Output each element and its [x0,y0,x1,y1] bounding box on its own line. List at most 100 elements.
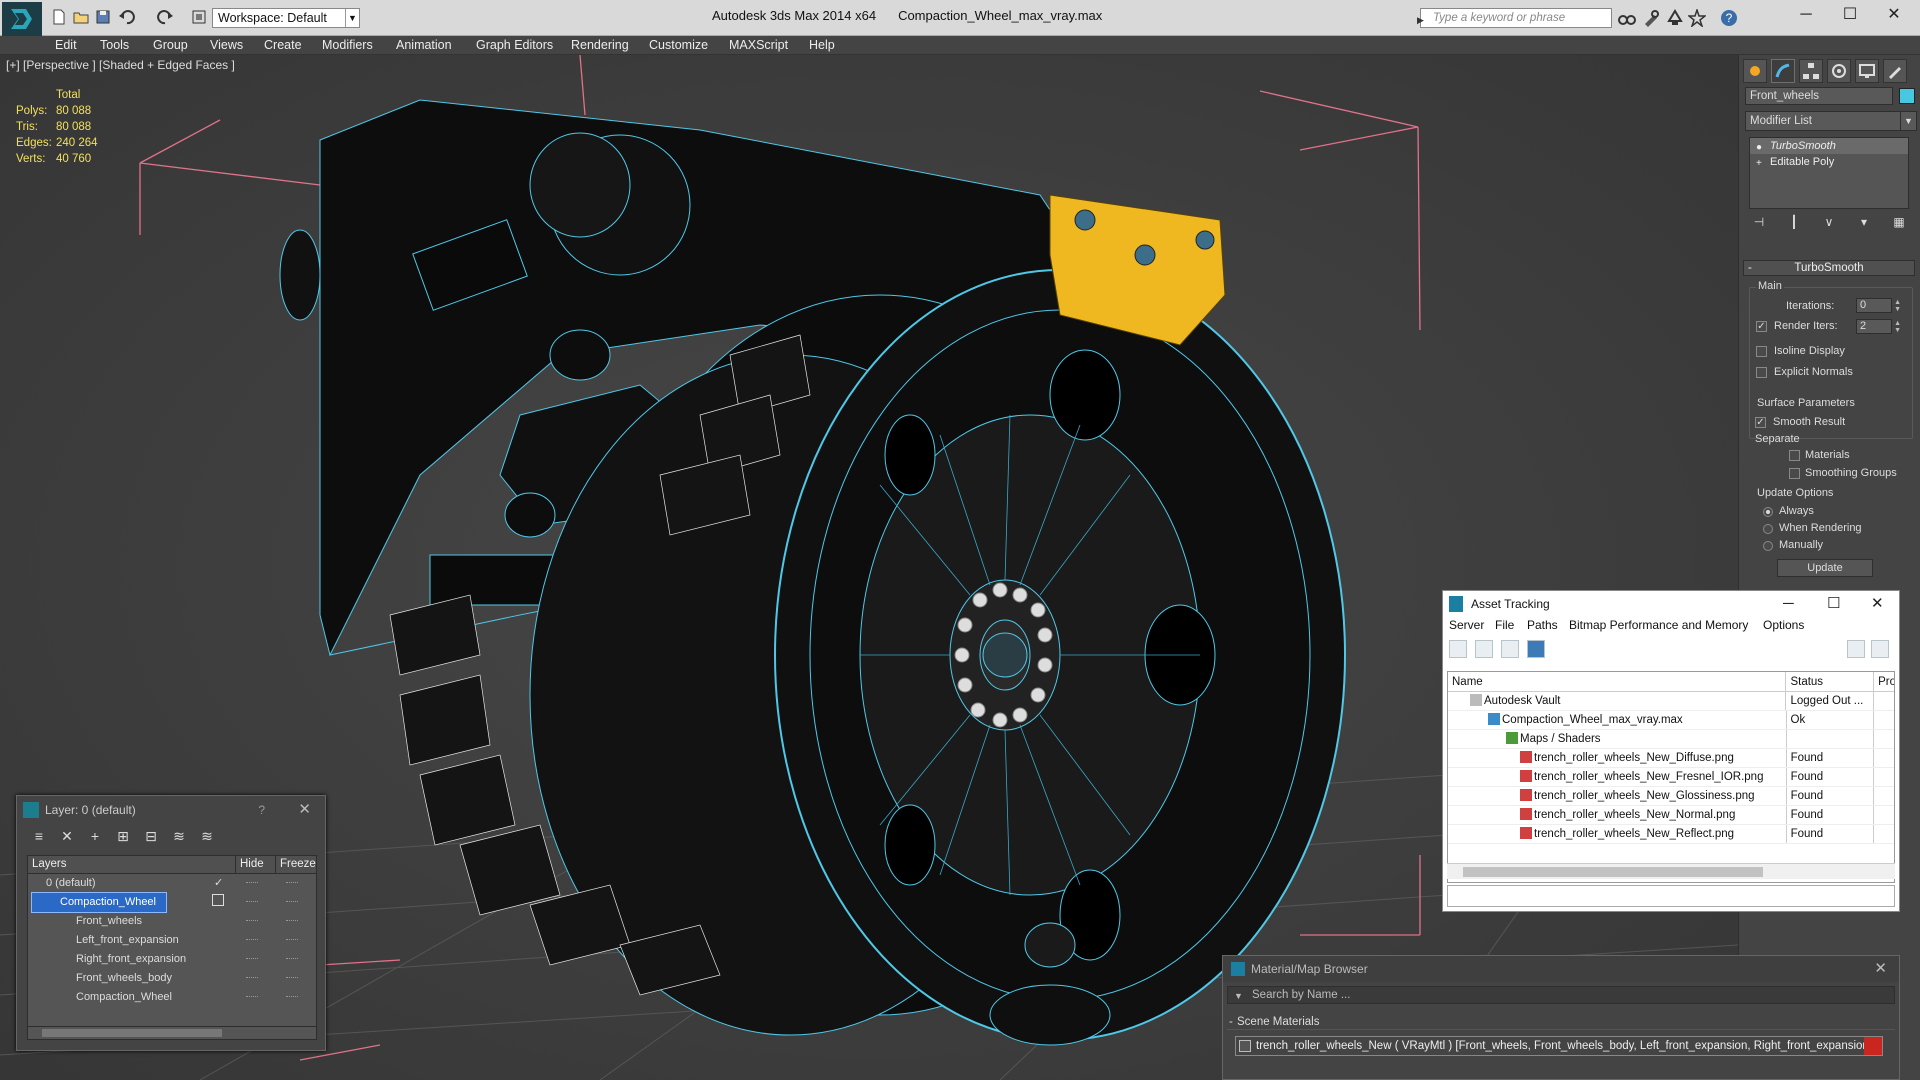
menu-paths[interactable]: Paths [1527,618,1558,632]
smooth-result-checkbox[interactable]: ✓ [1755,417,1766,428]
menu-rendering[interactable]: Rendering [571,38,629,52]
stack-item-editable-poly[interactable]: + Editable Poly [1750,154,1908,170]
binoculars-icon[interactable] [1618,9,1636,27]
expand-plus-icon[interactable]: + [1756,156,1762,172]
asset-row[interactable]: trench_roller_wheels_New_Reflect.png Foun… [1448,825,1894,844]
close-button[interactable]: ✕ [1871,591,1884,617]
modifier-list-dropdown[interactable]: Modifier List ▼ [1745,111,1917,131]
current-layer-icon[interactable] [212,894,224,906]
asset-row[interactable]: trench_roller_wheels_New_Fresnel_IOR.png… [1448,768,1894,787]
update-button[interactable]: Update [1777,559,1873,577]
spinner-arrows-icon[interactable]: ▲ ▼ [1894,299,1901,313]
col-name[interactable]: Name [1448,672,1787,691]
material-search-input[interactable]: ▼ Search by Name ... [1227,986,1895,1004]
help-icon[interactable] [1847,640,1865,658]
hide-toggle[interactable] [246,958,258,960]
asset-row[interactable]: Compaction_Wheel_max_vray.max Ok [1448,711,1894,730]
menu-customize[interactable]: Customize [649,38,708,52]
maximize-button[interactable]: ☐ [1827,591,1840,617]
asset-row[interactable]: Autodesk Vault Logged Out ... [1448,692,1894,711]
undo-icon[interactable] [118,8,136,26]
keyword-search-input[interactable]: ▶ Type a keyword or phrase [1417,8,1612,28]
workspace-dropdown[interactable]: Workspace: Default ▼ [212,8,360,28]
minimize-button[interactable]: ─ [1796,4,1816,26]
material-browser-titlebar[interactable]: Material/Map Browser ✕ [1223,956,1899,982]
redo-icon[interactable] [156,8,174,26]
save-file-icon[interactable] [94,8,112,26]
new-file-icon[interactable] [50,8,68,26]
asset-row[interactable]: trench_roller_wheels_New_Normal.png Found [1448,806,1894,825]
grid-view-icon[interactable] [1527,640,1545,658]
layer-row[interactable]: Front_wheels [28,912,316,931]
maximize-button[interactable]: ☐ [1840,4,1860,26]
project-folder-icon[interactable] [190,8,208,26]
menu-bitmap-performance[interactable]: Bitmap Performance and Memory [1569,618,1748,632]
menu-server[interactable]: Server [1449,618,1484,632]
asset-row[interactable]: Maps / Shaders [1448,730,1894,749]
show-end-result-icon[interactable]: ┃ [1784,215,1804,233]
layer-row[interactable]: Left_front_expansion [28,931,316,950]
new-layer-icon[interactable]: ≡ [31,828,47,844]
freeze-toggle[interactable] [286,958,298,960]
asset-path-field[interactable] [1447,885,1895,907]
freeze-toggle[interactable] [286,996,298,998]
freeze-toggle[interactable] [286,977,298,979]
layer-row[interactable]: Front_wheels_body [28,969,316,988]
close-button[interactable]: ✕ [1884,4,1904,26]
hide-toggle[interactable] [246,939,258,941]
hide-toggle[interactable] [246,901,258,903]
col-hide[interactable]: Hide [236,856,276,873]
stack-item-turbosmooth[interactable]: ● TurboSmooth [1750,138,1908,154]
pin-stack-icon[interactable]: ⊣ [1749,215,1769,233]
render-iters-checkbox[interactable]: ✓ [1756,321,1767,332]
delete-layer-icon[interactable]: ✕ [59,828,75,844]
iterations-spinner[interactable]: 0 ▲ ▼ [1856,298,1901,313]
render-iters-spinner[interactable]: 2 ▲ ▼ [1856,319,1901,334]
freeze-toggle[interactable] [286,901,298,903]
materials-checkbox[interactable] [1789,450,1800,461]
object-color-swatch[interactable] [1899,88,1915,104]
app-logo-button[interactable] [2,2,42,36]
layer-row[interactable]: Compaction_Wheel [28,892,316,913]
asset-horizontal-scrollbar[interactable] [1447,863,1895,879]
menu-create[interactable]: Create [264,38,302,52]
select-objects-icon[interactable]: ⊞ [115,828,131,844]
always-radio[interactable] [1763,507,1773,517]
make-unique-icon[interactable]: ∨ [1819,215,1839,233]
asset-tracking-titlebar[interactable]: Asset Tracking ─ ☐ ✕ [1443,591,1899,617]
menu-tools[interactable]: Tools [100,38,129,52]
col-freeze[interactable]: Freeze [276,856,316,873]
turbosmooth-rollout-header[interactable]: - TurboSmooth [1743,260,1915,276]
layer-row[interactable]: 0 (default) ✓ [28,874,316,893]
menu-modifiers[interactable]: Modifiers [322,38,373,52]
menu-maxscript[interactable]: MAXScript [729,38,788,52]
scrollbar-thumb[interactable] [1463,867,1763,877]
subscription-icon[interactable] [1642,9,1660,27]
hide-toggle[interactable] [246,977,258,979]
layer-window-titlebar[interactable]: Layer: 0 (default) ? ✕ [17,796,325,824]
modify-tab-icon[interactable] [1771,59,1795,83]
explicit-normals-checkbox[interactable] [1756,367,1767,378]
menu-animation[interactable]: Animation [396,38,452,52]
menu-views[interactable]: Views [210,38,243,52]
freeze-toggle[interactable] [286,920,298,922]
manually-radio[interactable] [1763,541,1773,551]
when-rendering-radio[interactable] [1763,524,1773,534]
menu-edit[interactable]: Edit [55,38,77,52]
display-tab-icon[interactable] [1855,59,1879,83]
menu-options[interactable]: Options [1763,618,1804,632]
hide-toggle[interactable] [246,920,258,922]
menu-file[interactable]: File [1495,618,1514,632]
freeze-toggle[interactable] [286,882,298,884]
settings-icon[interactable] [1871,640,1889,658]
col-layers[interactable]: Layers [28,856,236,873]
layer-horizontal-scrollbar[interactable] [27,1026,317,1040]
hide-toggle[interactable] [246,882,258,884]
scene-materials-section[interactable]: - Scene Materials [1227,1014,1895,1030]
table-view-icon[interactable] [1501,640,1519,658]
smoothing-groups-checkbox[interactable] [1789,468,1800,479]
layer-row[interactable]: Right_front_expansion [28,950,316,969]
scrollbar-thumb[interactable] [42,1029,222,1037]
freeze-toggle[interactable] [286,939,298,941]
asset-row[interactable]: trench_roller_wheels_New_Diffuse.png Foun… [1448,749,1894,768]
